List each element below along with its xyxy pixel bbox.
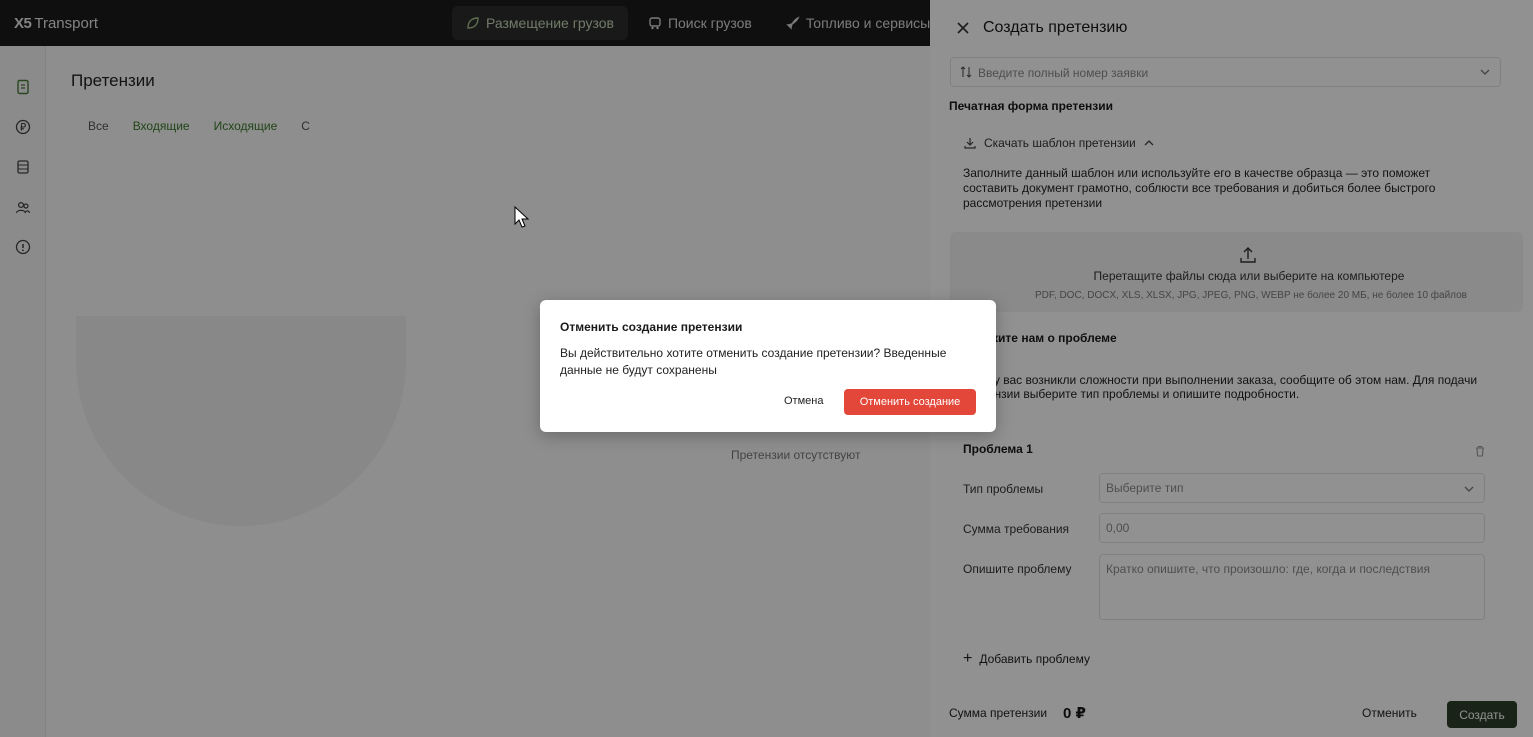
modal-cancel-button[interactable]: Отмена xyxy=(784,395,823,407)
cancel-confirmation-modal: Отменить создание претензии Вы действите… xyxy=(540,300,996,432)
modal-message: Вы действительно хотите отменить создани… xyxy=(560,346,947,377)
confirm-cancel-creation-button[interactable]: Отменить создание xyxy=(844,389,976,415)
modal-title: Отменить создание претензии xyxy=(560,320,743,334)
mouse-cursor-icon xyxy=(514,206,530,228)
